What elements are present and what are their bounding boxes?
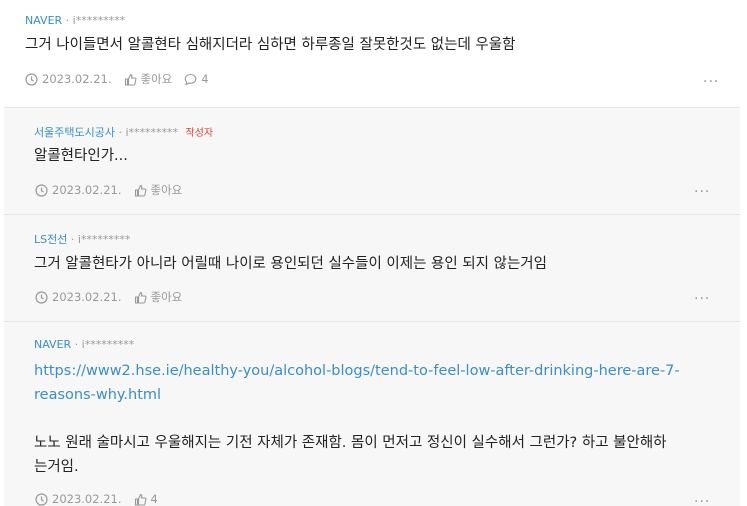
comment-text: 알콜현타인가...	[34, 148, 128, 164]
user-id: · i*********	[70, 233, 131, 246]
reply-2: LS전선 · i********* 그거 알콜현타가 아니라 어릴때 나이로 용…	[4, 215, 740, 321]
link-line-1[interactable]: https://www2.hse.ie/healthy-you/alcohol-…	[34, 359, 714, 383]
company-name[interactable]: LS전선	[34, 233, 67, 246]
more-icon[interactable]: ...	[703, 70, 719, 86]
thumbs-up-icon[interactable]	[124, 73, 137, 86]
author-line: LS전선 · i*********	[34, 231, 130, 247]
comment-date: 2023.02.21.	[52, 183, 122, 197]
user-id: · i*********	[74, 338, 135, 351]
comment-text-line-2: 는거임.	[34, 459, 79, 475]
external-link[interactable]: https://www2.hse.ie/healthy-you/alcohol-…	[34, 359, 714, 407]
thumbs-up-icon[interactable]	[134, 493, 147, 506]
author-badge: 작성자	[185, 128, 214, 139]
comment-icon[interactable]	[184, 73, 197, 86]
author-line: 서울주택도시공사 · i********* 작성자	[34, 124, 213, 140]
like-button[interactable]: 좋아요	[151, 289, 183, 305]
more-icon[interactable]: ...	[694, 490, 710, 506]
link-line-2[interactable]: reasons-why.html	[34, 383, 714, 407]
thumbs-up-icon[interactable]	[134, 291, 147, 304]
clock-icon	[35, 492, 48, 506]
comment-meta: 2023.02.21. 좋아요	[35, 289, 182, 305]
clock-icon	[35, 183, 48, 197]
comment-text-line-1: 노노 원래 술마시고 우울해지는 기전 자체가 존재함. 몸이 먼저고 정신이 …	[34, 435, 667, 451]
more-icon[interactable]: ...	[694, 287, 710, 303]
reply-1: 서울주택도시공사 · i********* 작성자 알콜현타인가... 2023…	[4, 108, 740, 214]
author-line: NAVER · i*********	[25, 14, 125, 27]
clock-icon	[25, 72, 38, 86]
like-count[interactable]: 4	[151, 492, 158, 506]
comment-text: 그거 나이들면서 알콜현타 심해지더라 심하면 하루종일 잘못한것도 없는데 우…	[25, 37, 516, 53]
reply-3: NAVER · i********* https://www2.hse.ie/h…	[4, 322, 740, 506]
company-name[interactable]: NAVER	[25, 14, 62, 27]
like-button[interactable]: 좋아요	[141, 71, 173, 87]
clock-icon	[35, 290, 48, 304]
comment-count[interactable]: 4	[201, 72, 208, 86]
company-name[interactable]: NAVER	[34, 338, 71, 351]
comment-meta: 2023.02.21. 4	[35, 492, 158, 506]
user-id: · i*********	[118, 126, 179, 139]
comment-text: 노노 원래 술마시고 우울해지는 기전 자체가 존재함. 몸이 먼저고 정신이 …	[34, 431, 734, 479]
comment-meta: 2023.02.21. 좋아요	[35, 182, 182, 198]
comment-date: 2023.02.21.	[52, 492, 122, 506]
thumbs-up-icon[interactable]	[134, 184, 147, 197]
like-button[interactable]: 좋아요	[151, 182, 183, 198]
company-name[interactable]: 서울주택도시공사	[34, 126, 115, 139]
author-line: NAVER · i*********	[34, 338, 134, 351]
comment-date: 2023.02.21.	[52, 290, 122, 304]
more-icon[interactable]: ...	[694, 180, 710, 196]
comment-meta: 2023.02.21. 좋아요 4	[25, 71, 209, 87]
comment-text: 그거 알콜현타가 아니라 어릴때 나이로 용인되던 실수들이 이제는 용인 되지…	[34, 256, 547, 272]
user-id: · i*********	[65, 14, 126, 27]
comment-main: NAVER · i********* 그거 나이들면서 알콜현타 심해지더라 심…	[4, 0, 740, 107]
comment-date: 2023.02.21.	[42, 72, 112, 86]
